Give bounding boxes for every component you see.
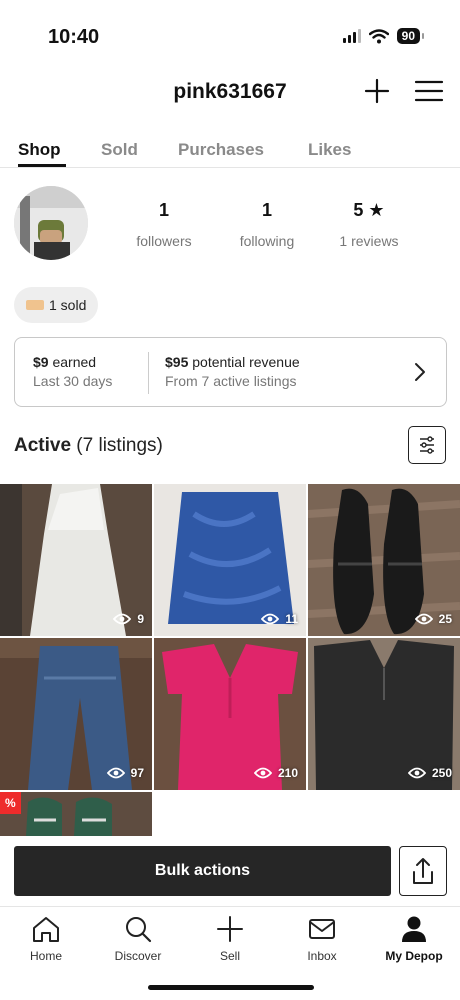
view-count-value: 250 <box>431 766 452 780</box>
view-count: 250 <box>407 766 452 780</box>
sold-badge[interactable]: 1 sold <box>14 287 99 323</box>
tab-shop[interactable]: Shop <box>18 140 61 160</box>
earned-amount: $9 <box>33 354 49 370</box>
earned-label: earned <box>48 354 97 370</box>
nav-inbox-label: Inbox <box>307 949 337 963</box>
eye-icon <box>106 767 125 779</box>
mail-icon <box>309 919 335 939</box>
username-title: pink631667 <box>173 80 287 103</box>
listing-tile[interactable]: 9 <box>0 484 152 636</box>
tab-sold[interactable]: Sold <box>101 140 138 160</box>
tag-icon <box>26 300 44 310</box>
listing-tile[interactable]: % <box>0 792 152 836</box>
following-label: following <box>239 233 295 249</box>
potential-amount: $95 <box>165 354 189 370</box>
filter-button[interactable] <box>408 426 446 464</box>
following-stat[interactable]: 1 following <box>217 200 317 249</box>
active-count: (7 listings) <box>71 435 163 456</box>
nav-home[interactable]: Home <box>0 915 92 963</box>
potential-label: potential revenue <box>188 354 300 370</box>
followers-stat[interactable]: 1 followers <box>114 200 214 249</box>
nav-inbox[interactable]: Inbox <box>276 915 368 963</box>
view-count-value: 11 <box>285 612 298 626</box>
reviews-label: 1 reviews <box>339 233 399 249</box>
bulk-actions-button[interactable]: Bulk actions <box>14 846 391 896</box>
status-time: 10:40 <box>48 26 100 48</box>
listing-tile[interactable]: 210 <box>154 638 306 790</box>
followers-label: followers <box>136 233 192 249</box>
listing-tile[interactable]: 25 <box>308 484 460 636</box>
potential-source: From 7 active listings <box>165 373 297 389</box>
nav-discover-label: Discover <box>114 949 162 963</box>
bottom-nav: Home Discover Sell Inbox My Depop <box>0 906 460 976</box>
nav-my-depop[interactable]: My Depop <box>368 915 460 963</box>
menu-icon[interactable] <box>414 78 444 104</box>
eye-icon <box>414 613 433 625</box>
view-count: 9 <box>113 612 144 626</box>
eye-icon <box>253 767 272 779</box>
following-count: 1 <box>261 200 272 220</box>
view-count-value: 210 <box>277 766 298 780</box>
reviews-stat[interactable]: 5 ★ 1 reviews <box>319 200 419 249</box>
listing-tile[interactable]: 97 <box>0 638 152 790</box>
plus-icon <box>217 916 243 942</box>
eye-icon <box>113 613 132 625</box>
listing-photo <box>0 792 152 836</box>
person-icon <box>402 916 426 942</box>
active-label: Active <box>14 435 72 456</box>
profile-tabs: Shop Sold Purchases Likes <box>0 138 460 168</box>
potential-section: $95 potential revenue From 7 active list… <box>165 354 300 389</box>
view-count: 25 <box>414 612 452 626</box>
tab-purchases[interactable]: Purchases <box>178 140 264 160</box>
signal-icon <box>342 29 361 43</box>
revenue-divider <box>148 352 149 394</box>
home-icon <box>33 917 59 942</box>
active-tab-indicator <box>18 164 66 167</box>
battery-indicator: 90 <box>396 28 425 44</box>
eye-icon <box>261 613 280 625</box>
nav-discover[interactable]: Discover <box>92 915 184 963</box>
view-count: 11 <box>261 612 298 626</box>
home-indicator <box>148 985 314 990</box>
tab-likes[interactable]: Likes <box>308 140 351 160</box>
share-button[interactable] <box>399 846 447 896</box>
rating-value: 5 ★ <box>353 200 385 220</box>
sale-badge: % <box>0 792 21 814</box>
plus-icon[interactable] <box>364 78 390 104</box>
earned-period: Last 30 days <box>33 373 113 389</box>
followers-count: 1 <box>158 200 169 220</box>
profile-header: pink631667 <box>0 70 460 114</box>
view-count-value: 97 <box>130 766 144 780</box>
wifi-icon <box>368 28 389 43</box>
avatar[interactable] <box>14 186 88 260</box>
nav-home-label: Home <box>29 949 62 963</box>
nav-my-depop-label: My Depop <box>385 949 443 963</box>
view-count: 97 <box>106 766 144 780</box>
sold-count-label: 1 sold <box>49 297 87 313</box>
view-count-value: 25 <box>438 612 452 626</box>
active-listings-title: Active (7 listings) <box>14 435 163 457</box>
nav-sell[interactable]: Sell <box>184 915 276 963</box>
nav-sell-label: Sell <box>219 949 240 963</box>
share-icon <box>413 858 433 884</box>
earned-section: $9 earned Last 30 days <box>33 354 112 389</box>
search-icon <box>126 917 152 943</box>
chevron-right-icon <box>415 363 425 381</box>
view-count-value: 9 <box>137 612 144 626</box>
listing-tile[interactable]: 11 <box>154 484 306 636</box>
status-bar: 10:40 90 <box>0 0 460 62</box>
view-count: 210 <box>253 766 298 780</box>
sliders-icon <box>420 436 434 454</box>
listing-tile[interactable]: 250 <box>308 638 460 790</box>
revenue-card[interactable]: $9 earned Last 30 days $95 potential rev… <box>14 337 447 407</box>
status-icons: 90 <box>342 28 425 44</box>
eye-icon <box>407 767 426 779</box>
